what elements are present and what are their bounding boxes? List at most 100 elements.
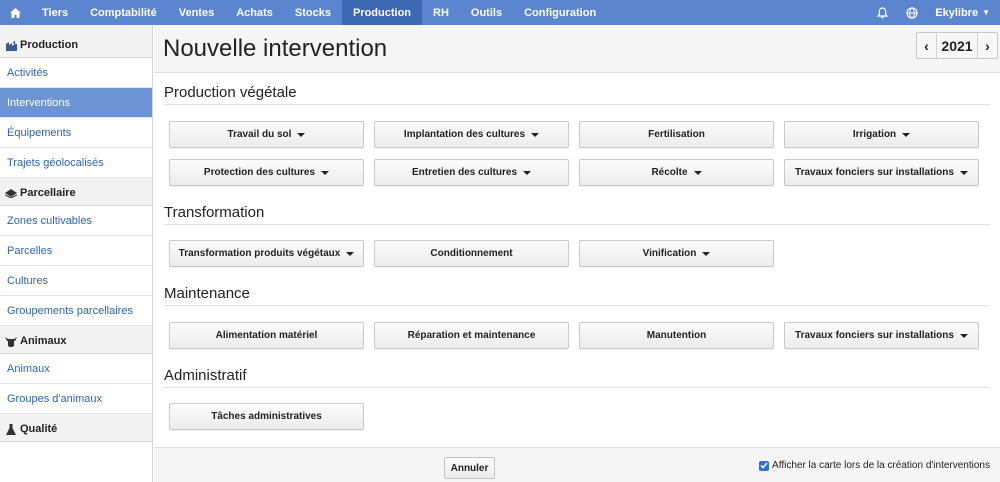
button-label: Manutention bbox=[646, 330, 707, 341]
button-label: Conditionnement bbox=[430, 248, 513, 259]
divider bbox=[164, 104, 990, 105]
nav-outils[interactable]: Outils bbox=[460, 0, 513, 25]
travaux-fonciers-button[interactable]: Travaux fonciers sur installations bbox=[784, 159, 979, 186]
home-icon bbox=[10, 7, 21, 18]
check-icon bbox=[760, 462, 768, 469]
entretien-cultures-button[interactable]: Entretien des cultures bbox=[374, 159, 569, 186]
divider bbox=[164, 224, 990, 225]
sidebar-item-groupes-animaux[interactable]: Groupes d'animaux bbox=[0, 384, 152, 414]
button-label: Protection des cultures bbox=[203, 167, 316, 178]
flask-icon bbox=[5, 424, 17, 435]
caret-down-icon bbox=[902, 132, 911, 137]
map-option: Afficher la carte lors de la création d'… bbox=[759, 460, 990, 471]
map-checkbox-label[interactable]: Afficher la carte lors de la création d'… bbox=[772, 460, 990, 471]
nav-configuration[interactable]: Configuration bbox=[513, 0, 607, 25]
implantation-cultures-button[interactable]: Implantation des cultures bbox=[374, 121, 569, 148]
vinification-button[interactable]: Vinification bbox=[579, 240, 774, 267]
manutention-button[interactable]: Manutention bbox=[579, 322, 774, 349]
group-title-administratif: Administratif bbox=[164, 367, 247, 384]
form-footer: Annuler Afficher la carte lors de la cré… bbox=[154, 447, 1000, 482]
globe-icon bbox=[906, 6, 918, 19]
button-label: Fertilisation bbox=[648, 129, 705, 140]
year-value: 2021 bbox=[936, 33, 978, 58]
chevron-right-icon: › bbox=[985, 37, 990, 54]
nav-ventes[interactable]: Ventes bbox=[168, 0, 225, 25]
bell-icon bbox=[876, 6, 888, 18]
sidebar-item-groupements[interactable]: Groupements parcellaires bbox=[0, 296, 152, 326]
nav-achats[interactable]: Achats bbox=[225, 0, 284, 25]
language-button[interactable] bbox=[897, 0, 927, 25]
alimentation-materiel-button[interactable]: Alimentation matériel bbox=[169, 322, 364, 349]
fertilisation-button[interactable]: Fertilisation bbox=[579, 121, 774, 148]
sidebar-section-production: Production bbox=[0, 25, 152, 58]
travail-du-sol-button[interactable]: Travail du sol bbox=[169, 121, 364, 148]
group-title-transformation: Transformation bbox=[164, 204, 265, 221]
button-label: Travaux fonciers sur installations bbox=[795, 167, 954, 178]
nav-rh[interactable]: RH bbox=[422, 0, 460, 25]
group-title-maintenance: Maintenance bbox=[164, 285, 250, 302]
chevron-left-icon: ‹ bbox=[924, 37, 929, 54]
button-label: Réparation et maintenance bbox=[407, 330, 536, 341]
caret-down-icon bbox=[693, 170, 702, 175]
year-selector: ‹ 2021 › bbox=[916, 32, 998, 59]
sidebar-item-zones-cultivables[interactable]: Zones cultivables bbox=[0, 206, 152, 236]
sidebar: Production Activités Interventions Équip… bbox=[0, 25, 153, 482]
production-icon bbox=[5, 40, 17, 51]
sidebar-item-interventions[interactable]: Interventions bbox=[0, 88, 152, 118]
cow-icon bbox=[5, 336, 17, 347]
caret-down-icon bbox=[297, 132, 306, 137]
caret-down-icon bbox=[702, 251, 711, 256]
button-label: Alimentation matériel bbox=[215, 330, 318, 341]
reparation-maintenance-button[interactable]: Réparation et maintenance bbox=[374, 322, 569, 349]
button-label: Transformation produits végétaux bbox=[178, 248, 341, 259]
button-label: Tâches administratives bbox=[211, 411, 322, 422]
user-menu[interactable]: Ekylibre ▼ bbox=[927, 0, 1000, 25]
parcel-icon bbox=[5, 188, 17, 199]
button-label: Travail du sol bbox=[227, 129, 292, 140]
button-label: Irrigation bbox=[852, 129, 897, 140]
nav-comptabilite[interactable]: Comptabilité bbox=[79, 0, 168, 25]
sidebar-section-title: Parcellaire bbox=[20, 187, 76, 199]
travaux-fonciers-maintenance-button[interactable]: Travaux fonciers sur installations bbox=[784, 322, 979, 349]
user-name: Ekylibre bbox=[935, 6, 979, 19]
transformation-produits-vegetaux-button[interactable]: Transformation produits végétaux bbox=[169, 240, 364, 267]
group-title-production-vegetale: Production végétale bbox=[164, 84, 297, 101]
button-label: Travaux fonciers sur installations bbox=[795, 330, 954, 341]
previous-year-button[interactable]: ‹ bbox=[917, 33, 936, 58]
home-button[interactable] bbox=[0, 0, 31, 25]
button-label: Récolte bbox=[651, 167, 688, 178]
map-checkbox[interactable] bbox=[759, 460, 770, 471]
protection-cultures-button[interactable]: Protection des cultures bbox=[169, 159, 364, 186]
next-year-button[interactable]: › bbox=[978, 33, 997, 58]
sidebar-section-qualite: Qualité bbox=[0, 414, 152, 442]
sidebar-item-cultures[interactable]: Cultures bbox=[0, 266, 152, 296]
sidebar-item-parcelles[interactable]: Parcelles bbox=[0, 236, 152, 266]
cancel-button[interactable]: Annuler bbox=[444, 457, 495, 479]
caret-down-icon bbox=[523, 170, 532, 175]
conditionnement-button[interactable]: Conditionnement bbox=[374, 240, 569, 267]
top-navbar: Tiers Comptabilité Ventes Achats Stocks … bbox=[0, 0, 1000, 25]
nav-stocks[interactable]: Stocks bbox=[284, 0, 342, 25]
page-title: Nouvelle intervention bbox=[163, 35, 388, 62]
caret-down-icon bbox=[531, 132, 540, 137]
chevron-down-icon: ▼ bbox=[982, 8, 990, 17]
nav-tiers[interactable]: Tiers bbox=[31, 0, 79, 25]
caret-down-icon bbox=[321, 170, 330, 175]
sidebar-item-animaux[interactable]: Animaux bbox=[0, 354, 152, 384]
button-label: Entretien des cultures bbox=[411, 167, 518, 178]
caret-down-icon bbox=[959, 170, 968, 175]
irrigation-button[interactable]: Irrigation bbox=[784, 121, 979, 148]
taches-administratives-button[interactable]: Tâches administratives bbox=[169, 403, 364, 430]
caret-down-icon bbox=[346, 251, 355, 256]
sidebar-section-parcellaire: Parcellaire bbox=[0, 178, 152, 206]
sidebar-item-trajets[interactable]: Trajets géolocalisés bbox=[0, 148, 152, 178]
recolte-button[interactable]: Récolte bbox=[579, 159, 774, 186]
main-content: Nouvelle intervention ‹ 2021 › Productio… bbox=[154, 25, 1000, 482]
divider bbox=[164, 305, 990, 306]
sidebar-item-equipements[interactable]: Équipements bbox=[0, 118, 152, 148]
notifications-button[interactable] bbox=[867, 0, 897, 25]
caret-down-icon bbox=[959, 333, 968, 338]
sidebar-item-activites[interactable]: Activités bbox=[0, 58, 152, 88]
sidebar-section-title: Animaux bbox=[20, 335, 67, 347]
nav-production[interactable]: Production bbox=[341, 0, 423, 25]
